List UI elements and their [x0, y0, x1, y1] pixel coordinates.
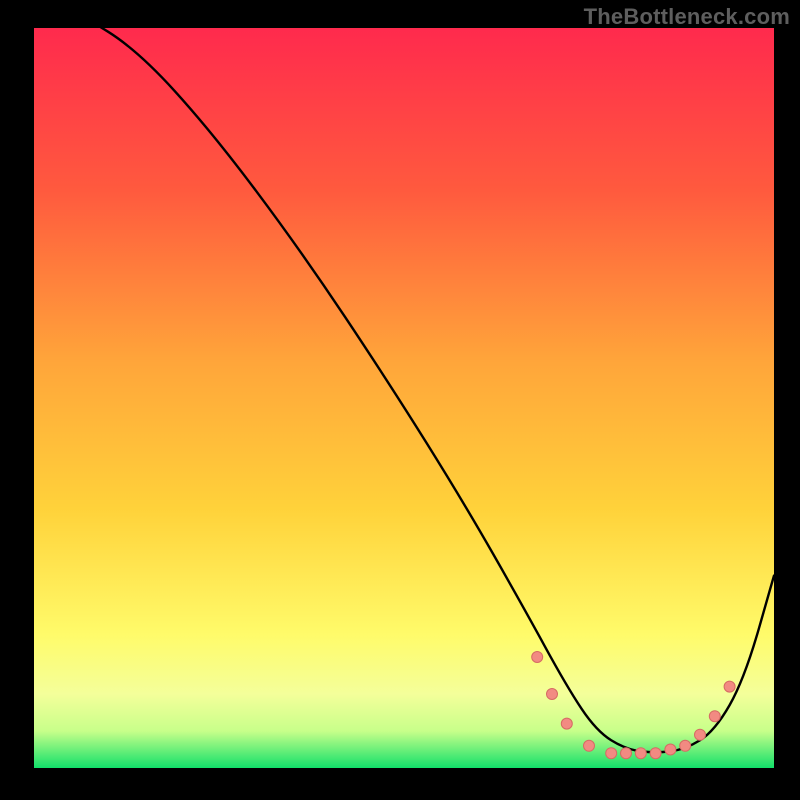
valley-dot: [665, 744, 676, 755]
plot-area: [34, 28, 774, 768]
valley-dot: [724, 681, 735, 692]
valley-dot: [621, 748, 632, 759]
gradient-background: [34, 28, 774, 768]
chart-stage: TheBottleneck.com: [0, 0, 800, 800]
plot-svg: [34, 28, 774, 768]
valley-dot: [680, 740, 691, 751]
valley-dot: [695, 729, 706, 740]
valley-dot: [584, 740, 595, 751]
valley-dot: [606, 748, 617, 759]
valley-dot: [561, 718, 572, 729]
valley-dot: [532, 652, 543, 663]
valley-dot: [650, 748, 661, 759]
valley-dot: [547, 689, 558, 700]
watermark-text: TheBottleneck.com: [584, 4, 790, 30]
valley-dot: [635, 748, 646, 759]
valley-dot: [709, 711, 720, 722]
